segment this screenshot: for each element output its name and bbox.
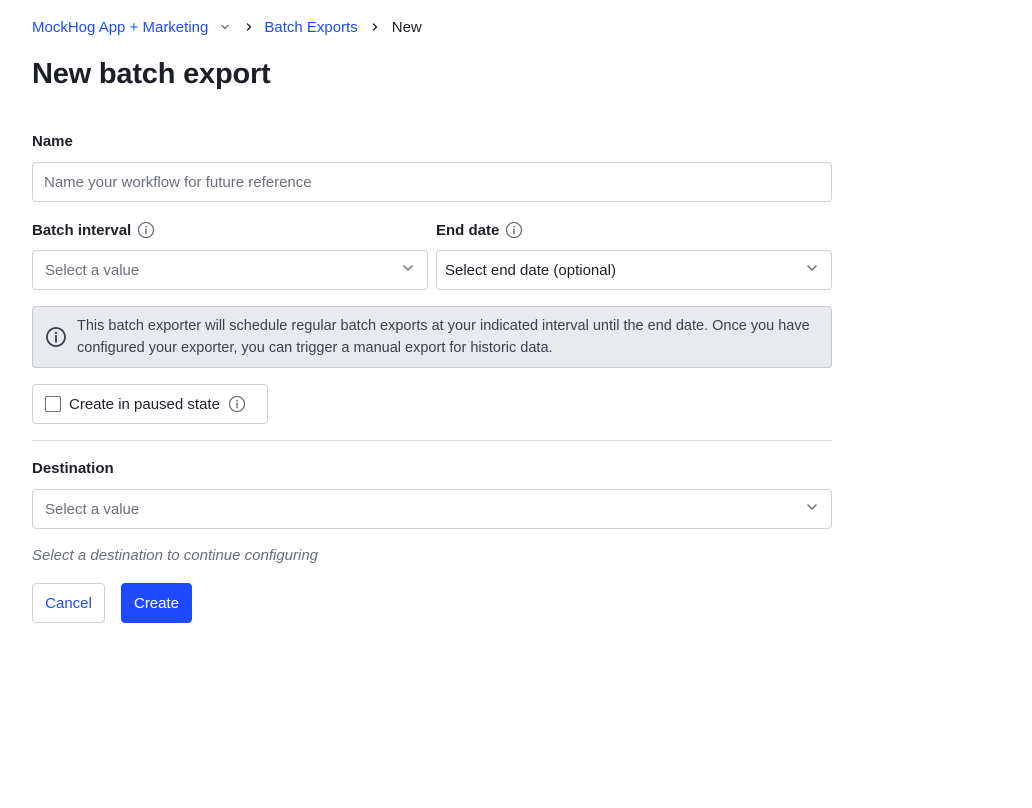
destination-select[interactable]: Select a value (32, 489, 832, 529)
chevron-right-icon (370, 22, 380, 32)
destination-label-text: Destination (32, 460, 114, 477)
name-input[interactable] (32, 162, 832, 202)
paused-state-checkbox[interactable] (45, 396, 61, 412)
page-title: New batch export (32, 58, 271, 90)
paused-state-label: Create in paused state (69, 395, 220, 413)
breadcrumb-batch-exports-link[interactable]: Batch Exports (264, 19, 357, 36)
chevron-down-icon (805, 500, 819, 518)
cancel-button[interactable]: Cancel (32, 583, 105, 623)
breadcrumb-project-link[interactable]: MockHog App + Marketing (32, 19, 208, 36)
destination-select-placeholder: Select a value (45, 500, 140, 518)
paused-state-checkbox-container[interactable]: Create in paused state (32, 384, 268, 424)
chevron-down-icon (401, 261, 415, 279)
batch-interval-label: Batch interval (32, 221, 155, 239)
chevron-down-icon (805, 261, 819, 279)
info-icon[interactable] (137, 221, 155, 239)
batch-interval-select[interactable]: Select a value (32, 250, 428, 290)
info-banner: This batch exporter will schedule regula… (32, 306, 832, 368)
divider (32, 440, 832, 441)
info-banner-text: This batch exporter will schedule regula… (77, 318, 810, 356)
destination-hint: Select a destination to continue configu… (32, 547, 319, 564)
batch-interval-label-text: Batch interval (32, 221, 132, 239)
name-label-text: Name (32, 133, 73, 150)
name-label: Name (32, 133, 73, 150)
end-date-label-text: End date (436, 221, 500, 239)
breadcrumb-current: New (391, 18, 422, 36)
batch-interval-select-placeholder: Select a value (45, 261, 140, 279)
end-date-select[interactable]: Select end date (optional) (436, 250, 832, 290)
info-icon[interactable] (228, 395, 246, 413)
info-icon (45, 326, 67, 348)
destination-label: Destination (32, 460, 114, 477)
breadcrumb: MockHog App + Marketing Batch Exports Ne… (32, 17, 422, 37)
create-button[interactable]: Create (121, 583, 192, 623)
end-date-label: End date (436, 221, 523, 239)
chevron-right-icon (244, 22, 254, 32)
chevron-down-icon[interactable] (220, 22, 230, 32)
end-date-select-value: Select end date (optional) (445, 261, 616, 279)
info-icon[interactable] (505, 221, 523, 239)
